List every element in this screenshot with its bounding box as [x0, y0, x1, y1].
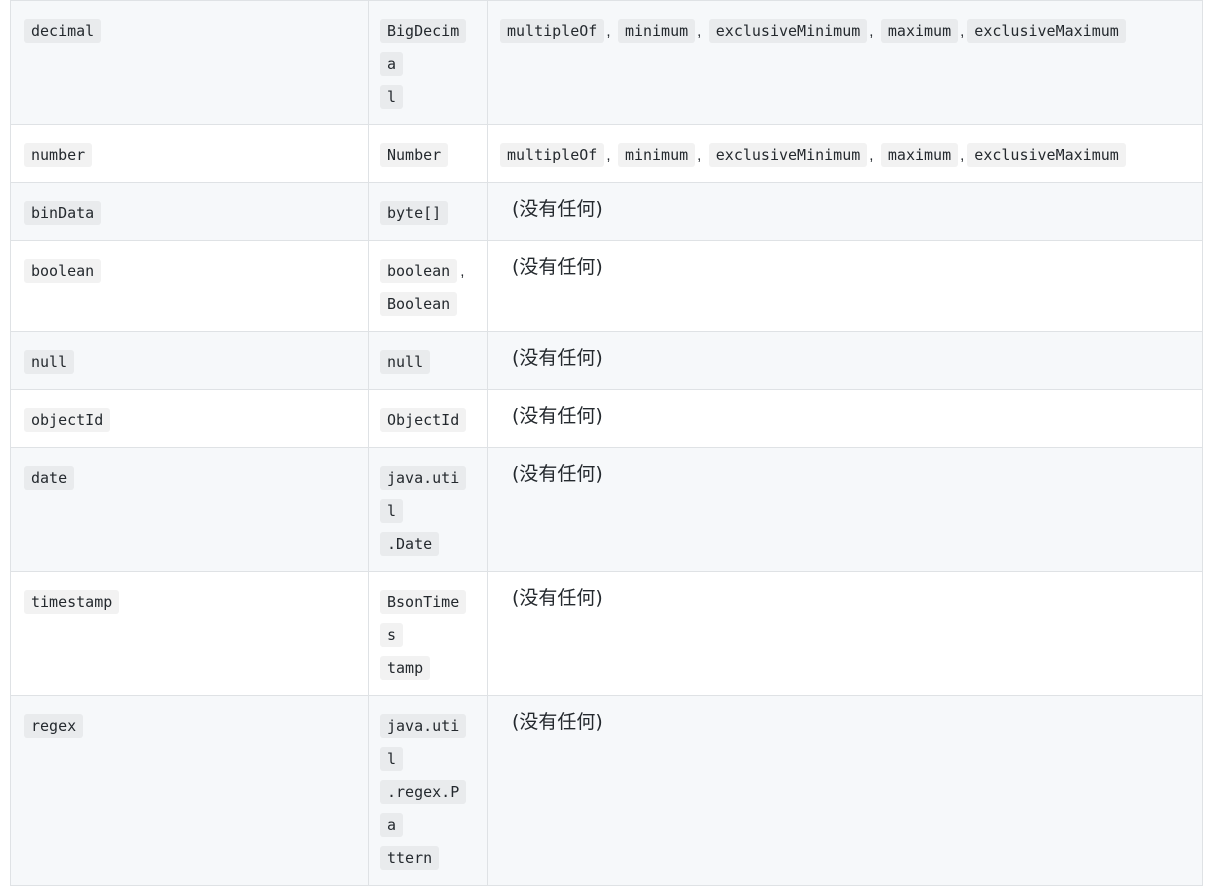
separator: , [697, 147, 702, 164]
java-type-code: ObjectId [380, 408, 467, 432]
validator-code: maximum [880, 143, 959, 167]
type-mapping-table: decimal BigDecima l multipleOf, minimum, … [10, 0, 1203, 886]
table-row: regex java.util .regex.Pa ttern (没有任何) [10, 695, 1203, 886]
table-row: boolean boolean, Boolean (没有任何) [10, 240, 1203, 332]
no-validators-text: (没有任何) [512, 256, 603, 278]
validator-code: exclusiveMaximum [967, 143, 1126, 167]
bson-type-code: date [24, 466, 75, 490]
java-type-code: l [380, 85, 404, 109]
bson-type-code: regex [24, 714, 84, 738]
no-validators-text: (没有任何) [512, 711, 603, 733]
separator: , [697, 23, 702, 40]
no-validators-text: (没有任何) [512, 405, 603, 427]
separator: , [869, 147, 874, 164]
validator-code: maximum [880, 19, 959, 43]
bson-type-code: decimal [24, 19, 102, 43]
validator-code: minimum [617, 143, 696, 167]
validator-code: exclusiveMaximum [967, 19, 1126, 43]
java-type-code: .regex.Pa [380, 780, 467, 837]
validator-code: exclusiveMinimum [708, 143, 868, 167]
java-type-code: java.util [380, 714, 467, 771]
separator: , [460, 263, 465, 280]
table-row: timestamp BsonTimes tamp (没有任何) [10, 571, 1203, 696]
separator: , [960, 23, 965, 40]
no-validators-text: (没有任何) [512, 347, 603, 369]
java-type-code: BsonTimes [380, 590, 467, 647]
no-validators-text: (没有任何) [512, 463, 603, 485]
table-row: binData byte[] (没有任何) [10, 182, 1203, 241]
validator-code: multipleOf [500, 19, 605, 43]
java-type-code: .Date [380, 532, 440, 556]
validator-code: exclusiveMinimum [708, 19, 868, 43]
java-type-code: byte[] [380, 201, 449, 225]
bson-type-code: objectId [24, 408, 111, 432]
bson-type-code: binData [24, 201, 102, 225]
table-row: date java.util .Date (没有任何) [10, 447, 1203, 572]
validator-code: multipleOf [500, 143, 605, 167]
separator: , [606, 147, 611, 164]
java-type-code: null [380, 350, 431, 374]
no-validators-text: (没有任何) [512, 198, 603, 220]
validator-code: minimum [617, 19, 696, 43]
separator: , [869, 23, 874, 40]
table-row: decimal BigDecima l multipleOf, minimum, … [10, 0, 1203, 125]
bson-type-code: null [24, 350, 75, 374]
java-type-code: Boolean [380, 292, 458, 316]
java-type-code: tamp [380, 656, 431, 680]
java-type-code: boolean [380, 259, 458, 283]
java-type-code: ttern [380, 846, 440, 870]
java-type-code: Number [380, 143, 449, 167]
table-row: null null (没有任何) [10, 331, 1203, 390]
separator: , [606, 23, 611, 40]
java-type-code: java.util [380, 466, 467, 523]
java-type-code: BigDecima [380, 19, 467, 76]
table-row: number Number multipleOf, minimum, exclu… [10, 124, 1203, 183]
bson-type-code: boolean [24, 259, 102, 283]
table-row: objectId ObjectId (没有任何) [10, 389, 1203, 448]
bson-type-code: timestamp [24, 590, 120, 614]
bson-type-code: number [24, 143, 93, 167]
separator: , [960, 147, 965, 164]
no-validators-text: (没有任何) [512, 587, 603, 609]
